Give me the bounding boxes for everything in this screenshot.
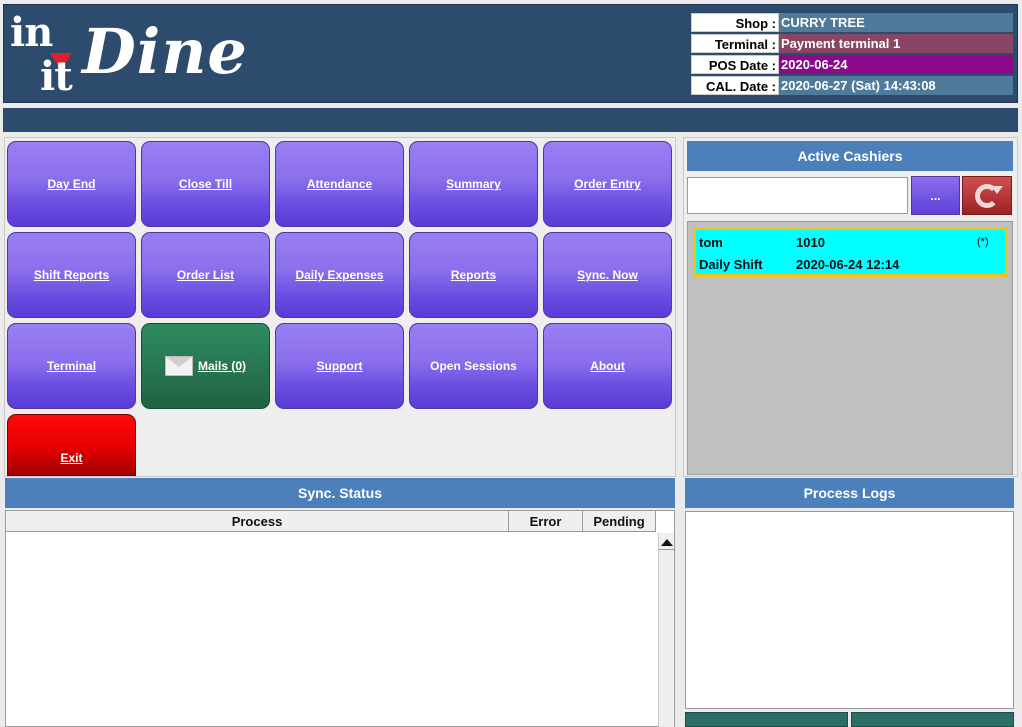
mails-button[interactable]: Mails (0) [141,323,270,409]
close-till-button[interactable]: Close Till [141,141,270,227]
order-list-button[interactable]: Order List [141,232,270,318]
info-row-cal-date: CAL. Date : 2020-06-27 (Sat) 14:43:08 [691,76,1013,95]
bottom-action-button-right[interactable] [851,712,1014,727]
active-cashiers-title: Active Cashiers [687,141,1013,171]
bottom-action-button-left[interactable] [685,712,848,727]
info-value-terminal: Payment terminal 1 [779,34,1013,53]
cashier-code: 1010 [796,235,825,250]
sync-now-button[interactable]: Sync. Now [543,232,672,318]
cashier-name: tom [699,235,723,250]
info-label: Shop : [691,13,779,32]
cashier-shift-time: 2020-06-24 12:14 [796,257,900,272]
info-label: Terminal : [691,34,779,53]
column-header-error[interactable]: Error [509,511,583,532]
info-row-pos-date: POS Date : 2020-06-24 [691,55,1013,74]
order-list-label: Order List [176,268,235,282]
mails-label: Mails (0) [197,359,246,373]
day-end-button[interactable]: Day End [7,141,136,227]
terminal-label: Terminal [46,359,97,373]
mail-envelope-icon [164,356,193,376]
cashier-list: tom 1010 (*) Daily Shift 2020-06-24 12:1… [687,221,1013,475]
logo-text-dine: Dine [82,15,248,88]
logo-text-in: in [10,9,53,56]
close-till-label: Close Till [178,177,233,191]
shift-reports-button[interactable]: Shift Reports [7,232,136,318]
terminal-info: Shop : CURRY TREE Terminal : Payment ter… [691,13,1013,97]
sync-scrollbar[interactable] [658,533,675,727]
about-label: About [590,359,625,373]
cashier-search-input[interactable] [687,177,908,214]
open-sessions-label: Open Sessions [430,359,517,373]
order-entry-label: Order Entry [574,177,641,191]
order-entry-button[interactable]: Order Entry [543,141,672,227]
summary-label: Summary [446,177,501,191]
header-bar [3,108,1018,132]
process-logs-title: Process Logs [685,478,1014,508]
sync-status-title: Sync. Status [5,478,675,508]
column-header-pending[interactable]: Pending [583,511,656,532]
info-value-cal-date: 2020-06-27 (Sat) 14:43:08 [779,76,1013,95]
support-button[interactable]: Support [275,323,404,409]
column-header-process[interactable]: Process [6,511,509,532]
cashier-browse-button[interactable]: ... [911,176,960,215]
daily-expenses-button[interactable]: Daily Expenses [275,232,404,318]
app-header: in it Dine Shop : CURRY TREE Terminal : … [3,4,1018,103]
app-logo: in it Dine [10,9,247,101]
daily-expenses-label: Daily Expenses [295,268,384,282]
sync-now-label: Sync. Now [577,268,638,282]
attendance-button[interactable]: Attendance [275,141,404,227]
exit-label: Exit [60,451,83,465]
reports-label: Reports [450,268,497,282]
info-row-shop: Shop : CURRY TREE [691,13,1013,32]
shift-reports-label: Shift Reports [33,268,110,282]
open-sessions-button[interactable]: Open Sessions [409,323,538,409]
support-label: Support [316,359,363,373]
scrollbar-divider [659,549,675,550]
info-row-terminal: Terminal : Payment terminal 1 [691,34,1013,53]
logo-text-it: it [40,53,73,100]
cashier-shift: Daily Shift [699,257,763,272]
attendance-label: Attendance [306,177,373,191]
info-value-pos-date: 2020-06-24 [779,55,1013,74]
refresh-button[interactable] [962,176,1012,215]
cashier-item[interactable]: tom 1010 (*) Daily Shift 2020-06-24 12:1… [693,227,1008,277]
scroll-up-arrow-icon[interactable] [661,539,673,546]
terminal-button[interactable]: Terminal [7,323,136,409]
reports-button[interactable]: Reports [409,232,538,318]
sync-status-table: Process Error Pending [5,510,675,727]
about-button[interactable]: About [543,323,672,409]
refresh-icon [975,183,1003,208]
day-end-label: Day End [47,177,96,191]
summary-button[interactable]: Summary [409,141,538,227]
process-logs-area[interactable] [685,511,1014,709]
cashier-marker: (*) [977,236,989,248]
exit-button[interactable]: Exit [7,414,136,476]
info-label: POS Date : [691,55,779,74]
info-label: CAL. Date : [691,76,779,95]
info-value-shop: CURRY TREE [779,13,1013,32]
